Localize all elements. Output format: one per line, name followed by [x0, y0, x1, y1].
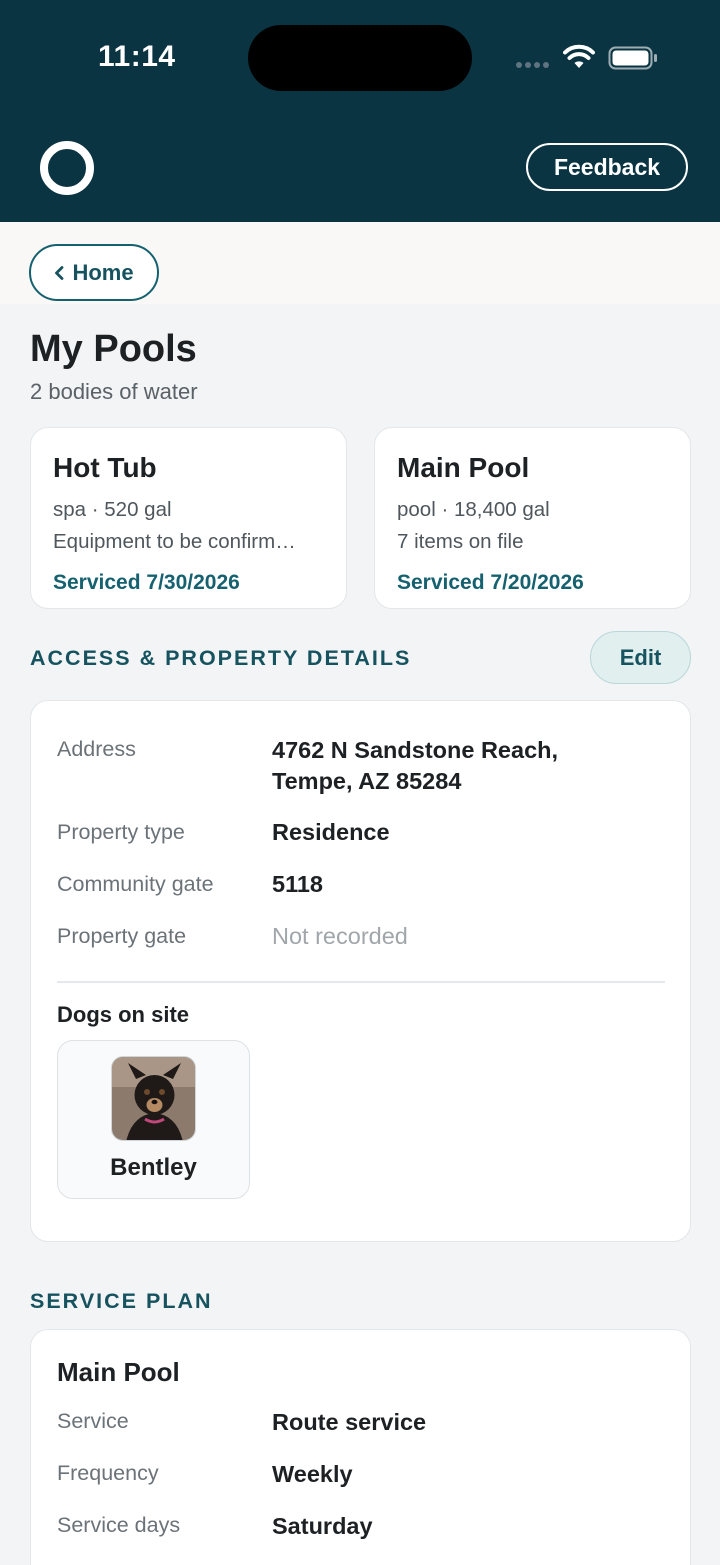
- pool-type-volume: spa · 520 gal: [53, 498, 172, 521]
- address-line-2: Tempe, AZ 85284: [272, 768, 462, 794]
- detail-value: Residence: [272, 819, 390, 845]
- home-button-label: Home: [72, 259, 134, 285]
- detail-value: Route service: [272, 1409, 427, 1435]
- detail-value: 5118: [272, 871, 323, 897]
- plan-pool-name: Main Pool: [57, 1357, 180, 1387]
- feedback-button[interactable]: Feedback: [526, 143, 688, 191]
- detail-value: Weekly: [272, 1461, 353, 1487]
- nav-strip: Home: [0, 222, 720, 304]
- battery-icon: [608, 46, 657, 70]
- edit-access-button[interactable]: Edit: [590, 631, 691, 684]
- detail-value-address: 4762 N Sandstone Reach, Tempe, AZ 85284: [272, 735, 558, 797]
- app-header: 11:14 Feedback: [0, 0, 720, 222]
- detail-value: Not recorded: [272, 923, 408, 949]
- pool-serviced-date: Serviced 7/30/2026: [53, 571, 240, 594]
- pool-equipment-status: Equipment to be confirm…: [53, 530, 296, 553]
- dynamic-island: [248, 25, 472, 91]
- dog-photo: [111, 1056, 196, 1141]
- detail-label: Community gate: [57, 872, 214, 896]
- detail-value: Saturday: [272, 1513, 373, 1539]
- app-logo-icon: [40, 141, 94, 195]
- divider: [57, 981, 665, 983]
- detail-label: Address: [57, 737, 136, 761]
- page-title: My Pools: [30, 328, 197, 370]
- detail-label: Property type: [57, 820, 185, 844]
- dogs-on-site-label: Dogs on site: [57, 1002, 190, 1027]
- detail-label: Service: [57, 1409, 129, 1433]
- page-subtitle: 2 bodies of water: [30, 379, 198, 404]
- access-details-card: Address 4762 N Sandstone Reach, Tempe, A…: [30, 700, 691, 1242]
- pool-equipment-status: 7 items on file: [397, 530, 524, 553]
- dog-tile[interactable]: Bentley: [57, 1040, 250, 1199]
- pool-serviced-date: Serviced 7/20/2026: [397, 571, 584, 594]
- dog-name: Bentley: [110, 1154, 197, 1181]
- pool-type-volume: pool · 18,400 gal: [397, 498, 550, 521]
- detail-label: Service days: [57, 1513, 181, 1537]
- pool-name: Main Pool: [397, 452, 530, 483]
- pool-card-main-pool[interactable]: Main Pool pool · 18,400 gal 7 items on f…: [374, 427, 691, 609]
- home-back-button[interactable]: Home: [29, 244, 159, 301]
- service-plan-heading: SERVICE PLAN: [30, 1289, 213, 1313]
- pool-card-hot-tub[interactable]: Hot Tub spa · 520 gal Equipment to be co…: [30, 427, 347, 609]
- wifi-icon: [563, 44, 595, 68]
- status-time: 11:14: [98, 40, 176, 73]
- detail-label: Property gate: [57, 924, 187, 948]
- address-line-1: 4762 N Sandstone Reach,: [272, 737, 559, 763]
- access-section-heading: ACCESS & PROPERTY DETAILS: [30, 646, 412, 670]
- pool-name: Hot Tub: [53, 452, 157, 483]
- cellular-signal-icon: [516, 62, 549, 68]
- service-plan-card: Main Pool Service Route service Frequenc…: [30, 1329, 691, 1565]
- chevron-left-icon: [55, 265, 64, 280]
- detail-label: Frequency: [57, 1461, 159, 1485]
